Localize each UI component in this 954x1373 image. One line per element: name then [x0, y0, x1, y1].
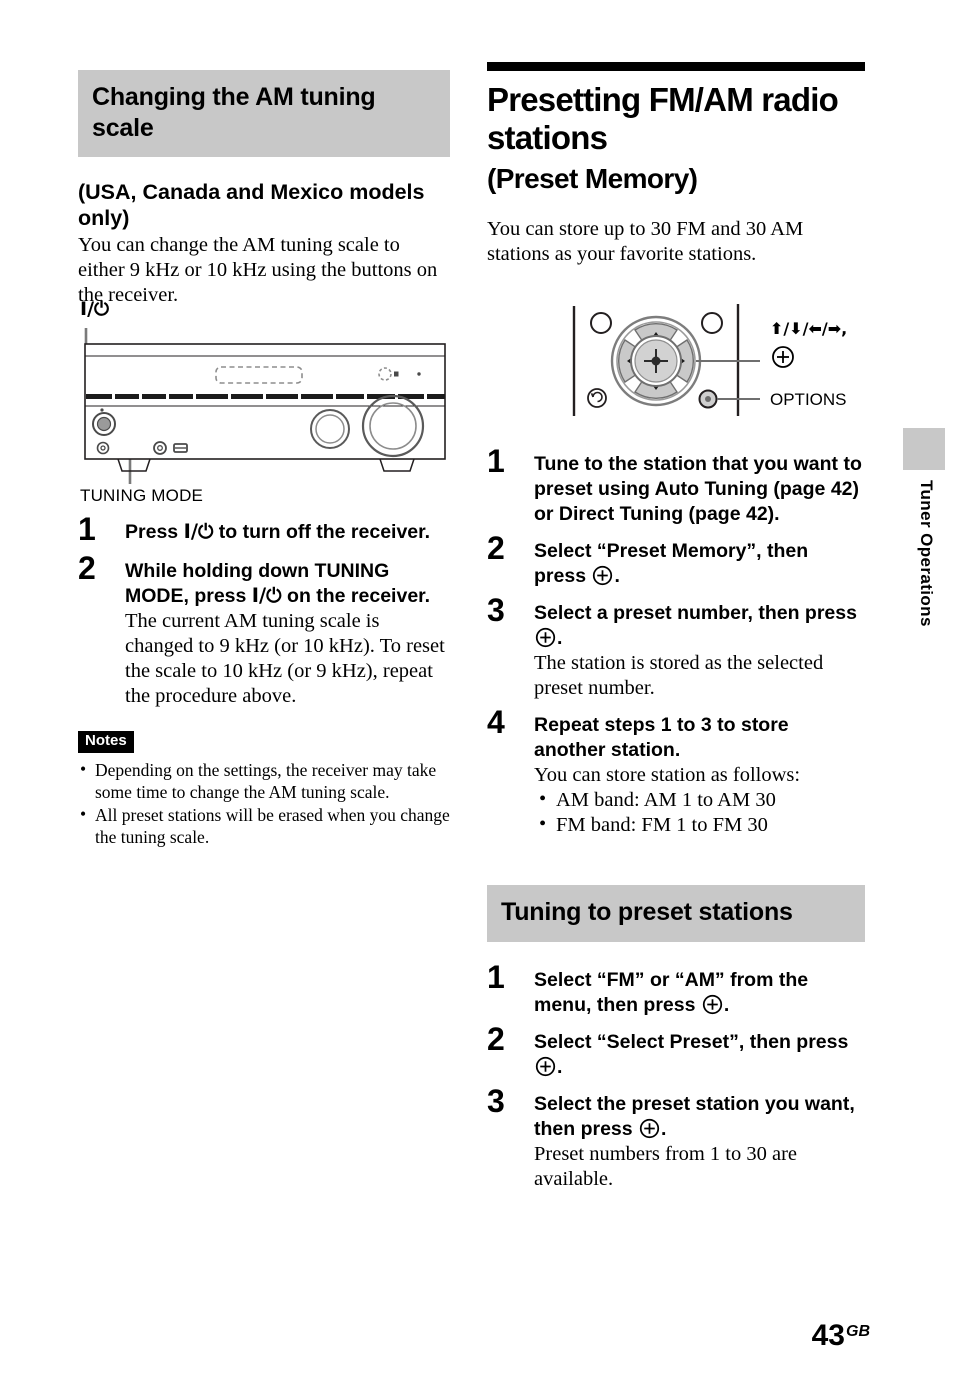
notes-list: Depending on the settings, the receiver …	[78, 757, 458, 848]
side-tab-block	[903, 428, 945, 470]
list-item: All preset stations will be erased when …	[78, 803, 458, 848]
band-range-list: AM band: AM 1 to AM 30 FM band: FM 1 to …	[534, 787, 865, 839]
list-item: AM band: AM 1 to AM 30	[534, 787, 865, 813]
step-title-text-end: .	[661, 1117, 667, 1140]
callout-direction-keys: ⬆/⬇/⬅/➡,	[770, 319, 847, 339]
tuning-mode-label: TUNING MODE	[80, 486, 204, 505]
power-symbol-label: I/⏻	[80, 298, 110, 320]
step-item: 1 Tune to the station that you want to p…	[487, 445, 865, 527]
figure-remote-navigation-pad: ⬆/⬇/⬅/➡, OPTIONS	[560, 298, 890, 423]
step-title: Select “Select Preset”, then press .	[534, 1030, 865, 1080]
notes-block: Notes Depending on the settings, the rec…	[78, 731, 458, 849]
power-symbol-icon: I/⏻	[251, 583, 282, 607]
enter-icon	[702, 994, 722, 1015]
step-item: 3 Select a preset number, then press . T…	[487, 594, 865, 701]
subheading-models: (USA, Canada and Mexico models only)	[78, 180, 425, 231]
step-title-text-end: on the receiver.	[281, 584, 431, 607]
tuning-preset-steps-list: 1 Select “FM” or “AM” from the menu, the…	[487, 961, 865, 1198]
step-title-text: Select “Select Preset”, then press	[534, 1030, 849, 1053]
step-number: 2	[487, 529, 505, 566]
step-item: 3 Select the preset station you want, th…	[487, 1085, 865, 1192]
step-number: 2	[487, 1020, 505, 1057]
page-number-value: 43	[811, 1319, 845, 1352]
page-title: Presetting FM/AM radio stations	[487, 81, 839, 157]
left-column: Changing the AM tuning scale (USA, Canad…	[78, 70, 450, 308]
enter-icon	[639, 1118, 660, 1138]
step-number: 1	[487, 959, 505, 995]
step-number: 1	[78, 511, 96, 547]
step-title-text: Select “Preset Memory”, then press	[534, 539, 809, 587]
step-description: The current AM tuning scale is changed t…	[125, 609, 445, 707]
step-item: 1 Select “FM” or “AM” from the menu, the…	[487, 961, 865, 1018]
step-number: 3	[487, 591, 505, 628]
notes-badge: Notes	[78, 731, 134, 753]
side-tab-label: Tuner Operations	[917, 480, 936, 627]
enter-icon	[593, 565, 613, 585]
step-title: Select “Preset Memory”, then press .	[534, 539, 865, 589]
step-title: Select a preset number, then press .	[534, 601, 865, 651]
step-item: 2 Select “Select Preset”, then press .	[487, 1023, 865, 1080]
step-title-text-end: .	[557, 1055, 563, 1078]
enter-icon	[535, 627, 556, 647]
right-steps-list: 1 Tune to the station that you want to p…	[487, 445, 865, 844]
step-title: Select “FM” or “AM” from the menu, then …	[534, 968, 865, 1018]
direction-arrows-icon: ⬆/⬇/⬅/➡,	[770, 319, 848, 338]
step-title-text: Select the preset station you want, then…	[534, 1092, 855, 1140]
section-heading-tuning-to-preset: Tuning to preset stations	[487, 885, 865, 942]
power-symbol-icon: I/⏻	[183, 520, 214, 543]
page-subtitle: (Preset Memory)	[487, 162, 698, 194]
step-title-text-end: .	[723, 993, 730, 1016]
page-region-code: GB	[846, 1323, 870, 1340]
section-heading-am-tuning-scale: Changing the AM tuning scale	[78, 70, 450, 157]
step-title-text: Select a preset number, then press	[534, 601, 857, 624]
figure-receiver-front-panel: I/⏻ TUNING MODE	[78, 298, 458, 508]
step-item: 4 Repeat steps 1 to 3 to store another s…	[487, 706, 865, 839]
callout-enter-button	[770, 345, 796, 370]
list-item: FM band: FM 1 to FM 30	[534, 812, 865, 838]
step-description: The station is stored as the selected pr…	[534, 651, 824, 699]
enter-icon	[535, 1056, 556, 1076]
step-title: While holding down TUNING MODE, press I/…	[125, 559, 450, 609]
step-item: 1 Press I/⏻ to turn off the receiver.	[78, 513, 450, 545]
step-title-text-end: .	[557, 626, 563, 649]
step-number: 2	[78, 549, 96, 586]
step-title: Repeat steps 1 to 3 to store another sta…	[534, 713, 789, 761]
left-steps-list: 1 Press I/⏻ to turn off the receiver. 2 …	[78, 513, 450, 715]
list-item: Depending on the settings, the receiver …	[78, 757, 458, 803]
step-number: 1	[487, 443, 505, 479]
step-title-text-end: to turn off the receiver.	[213, 521, 431, 543]
step-description: You can store station as follows:	[534, 763, 801, 786]
step-title: Press I/⏻ to turn off the receiver.	[125, 520, 450, 545]
section-heading-text: Tuning to preset stations	[487, 885, 865, 942]
page-number: 43GB	[812, 1321, 870, 1351]
intro-paragraph: You can store up to 30 FM and 30 AM stat…	[487, 217, 804, 265]
step-title: Tune to the station that you want to pre…	[534, 453, 862, 525]
callout-options-button: OPTIONS	[770, 390, 847, 409]
step-description: Preset numbers from 1 to 30 are availabl…	[534, 1142, 798, 1190]
step-item: 2 Select “Preset Memory”, then press .	[487, 532, 865, 589]
enter-icon	[772, 346, 794, 368]
step-number: 4	[487, 703, 505, 740]
step-item: 2 While holding down TUNING MODE, press …	[78, 552, 450, 709]
receiver-illustration	[84, 328, 446, 484]
chapter-side-tab: Tuner Operations	[903, 428, 945, 627]
step-title-text: Press	[125, 521, 184, 543]
step-title-text: Select “FM” or “AM” from the menu, then …	[534, 969, 809, 1016]
step-number: 3	[487, 1082, 505, 1119]
step-title: Select the preset station you want, then…	[534, 1092, 865, 1142]
chapter-rule	[487, 62, 865, 71]
step-title-text-end: .	[614, 564, 620, 587]
right-column: Presetting FM/AM radio stations (Preset …	[487, 62, 865, 267]
